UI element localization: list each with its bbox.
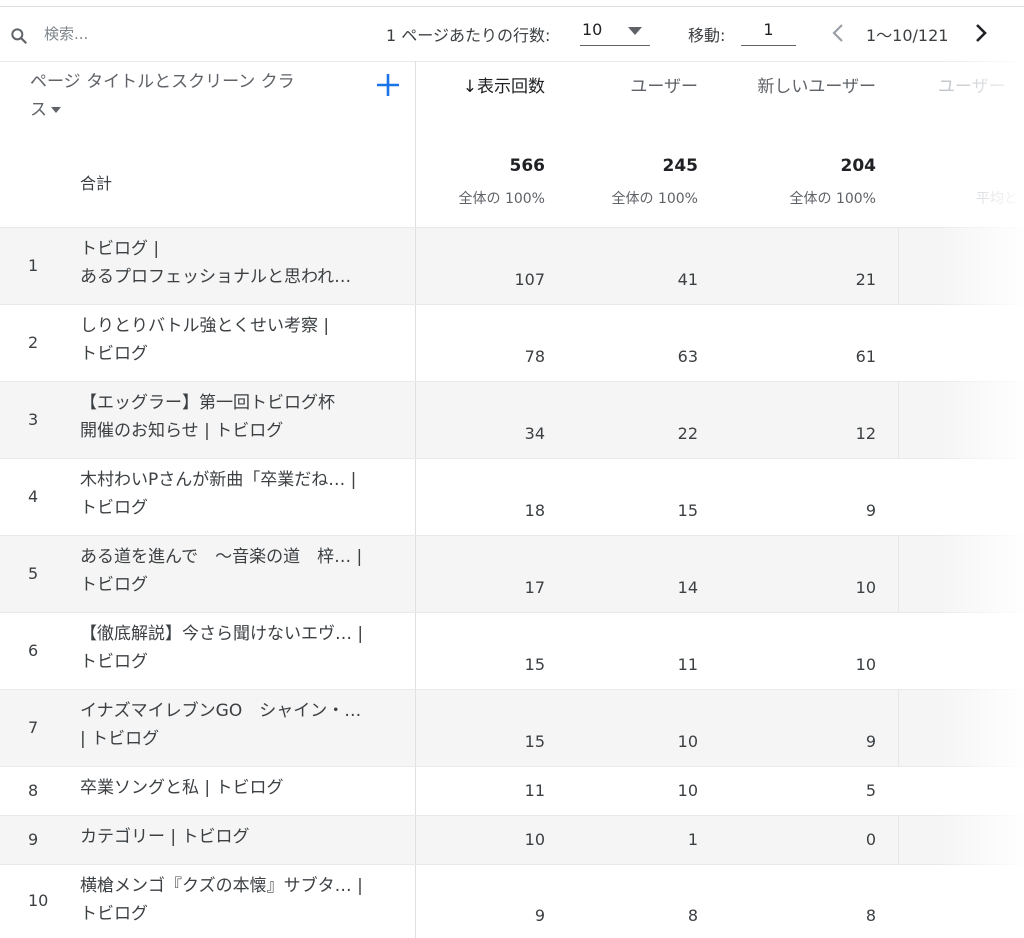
- cell-new-users: 10: [855, 578, 876, 597]
- row-number: 5: [28, 564, 39, 583]
- cell-users: 10: [677, 781, 698, 800]
- cell-new-users: 0: [865, 830, 876, 849]
- cell-new-users: 9: [865, 501, 876, 520]
- cell-users: 10: [677, 732, 698, 751]
- table-row[interactable]: 1 トビログ | あるプロフェッショナルと思われ… 107 41 21: [0, 227, 1024, 304]
- caret-down-icon: [51, 107, 61, 113]
- cell-views: 107: [514, 270, 545, 289]
- plus-icon[interactable]: [372, 69, 404, 101]
- cell-views: 17: [524, 578, 545, 597]
- table-row[interactable]: 3 【エッグラー】第一回トビログ杯 開催のお知らせ | トビログ 34 22 12: [0, 381, 1024, 458]
- row-number: 10: [28, 891, 49, 910]
- total-views: 566: [509, 156, 546, 176]
- cell-users: 15: [677, 501, 698, 520]
- total-label: 合計: [80, 174, 113, 193]
- row-title[interactable]: 【徹底解説】今さら聞けないエヴ… | トビログ: [80, 620, 400, 676]
- cell-views: 15: [524, 732, 545, 751]
- caret-down-icon: [628, 27, 642, 35]
- column-header-new-users[interactable]: 新しいユーザー: [710, 72, 876, 97]
- row-title[interactable]: 木村わいPさんが新曲「卒業だね… | トビログ: [80, 466, 400, 522]
- cell-new-users: 12: [855, 424, 876, 443]
- chevron-left-icon[interactable]: [826, 19, 852, 47]
- table-row[interactable]: 5 ある道を進んで 〜音楽の道 梓… | トビログ 17 14 10: [0, 535, 1024, 612]
- row-title[interactable]: ある道を進んで 〜音楽の道 梓… | トビログ: [80, 543, 400, 599]
- rows-per-page-value: 10: [582, 20, 603, 39]
- chevron-right-icon[interactable]: [968, 19, 994, 47]
- cell-users: 1: [687, 830, 698, 849]
- cell-new-users: 9: [865, 732, 876, 751]
- total-partial-column-sub: 平均と: [976, 191, 1018, 207]
- row-title[interactable]: 【エッグラー】第一回トビログ杯 開催のお知らせ | トビログ: [80, 389, 400, 445]
- row-title[interactable]: イナズマイレブンGO シャイン・… | トビログ: [80, 697, 400, 753]
- row-title[interactable]: カテゴリー | トビログ: [80, 823, 400, 851]
- dimension-column-header[interactable]: ページ タイトルとスクリーン クラス: [30, 68, 310, 124]
- row-number: 9: [28, 830, 39, 849]
- row-title[interactable]: 卒業ソングと私 | トビログ: [80, 774, 400, 802]
- row-number: 7: [28, 718, 39, 737]
- cell-users: 22: [677, 424, 698, 443]
- search-icon[interactable]: [9, 26, 29, 46]
- rows-per-page-select[interactable]: 10: [580, 19, 650, 46]
- dimension-header-label: ページ タイトルとスクリーン クラス: [30, 72, 295, 120]
- cell-users: 11: [677, 655, 698, 674]
- pagination-range: 1〜10/121: [866, 26, 949, 45]
- table-row[interactable]: 4 木村わいPさんが新曲「卒業だね… | トビログ 18 15 9: [0, 458, 1024, 535]
- cell-new-users: 5: [865, 781, 876, 800]
- cell-views: 11: [524, 781, 545, 800]
- cell-views: 10: [524, 830, 545, 849]
- row-number: 2: [28, 333, 39, 352]
- row-title[interactable]: しりとりバトル強とくせい考察 | トビログ: [80, 312, 400, 368]
- goto-page-input[interactable]: 1: [741, 19, 796, 46]
- header-divider: [0, 61, 1024, 62]
- cell-views: 18: [524, 501, 545, 520]
- cell-users: 14: [677, 578, 698, 597]
- column-header-users[interactable]: ユーザー: [560, 72, 698, 97]
- table-row[interactable]: 9 カテゴリー | トビログ 10 1 0: [0, 815, 1024, 864]
- cell-users: 8: [687, 906, 698, 925]
- table-row[interactable]: 2 しりとりバトル強とくせい考察 | トビログ 78 63 61: [0, 304, 1024, 381]
- cell-views: 34: [524, 424, 545, 443]
- total-views-percent: 全体の 100%: [458, 191, 545, 207]
- cell-views: 78: [524, 347, 545, 366]
- cell-new-users: 21: [855, 270, 876, 289]
- column-header-users-partial[interactable]: ユーザー: [938, 72, 1006, 97]
- column-header-views[interactable]: ↓表示回数: [420, 72, 545, 97]
- total-users: 245: [662, 156, 699, 176]
- total-new-users-percent: 全体の 100%: [789, 191, 876, 207]
- rows-per-page-label: 1 ページあたりの行数:: [386, 26, 551, 45]
- row-number: 1: [28, 256, 39, 275]
- cell-users: 41: [677, 270, 698, 289]
- row-number: 3: [28, 410, 39, 429]
- search-input[interactable]: 検索...: [44, 23, 88, 44]
- cell-new-users: 61: [855, 347, 876, 366]
- table-row[interactable]: 8 卒業ソングと私 | トビログ 11 10 5: [0, 766, 1024, 815]
- table-row[interactable]: 7 イナズマイレブンGO シャイン・… | トビログ 15 10 9: [0, 689, 1024, 766]
- row-number: 8: [28, 781, 39, 800]
- row-title[interactable]: トビログ | あるプロフェッショナルと思われ…: [80, 235, 400, 291]
- cell-new-users: 10: [855, 655, 876, 674]
- cell-users: 63: [677, 347, 698, 366]
- total-new-users: 204: [840, 156, 877, 176]
- row-number: 4: [28, 487, 39, 506]
- table-row[interactable]: 6 【徹底解説】今さら聞けないエヴ… | トビログ 15 11 10: [0, 612, 1024, 689]
- cell-new-users: 8: [865, 906, 876, 925]
- cell-views: 9: [534, 906, 545, 925]
- total-users-percent: 全体の 100%: [611, 191, 698, 207]
- goto-label: 移動:: [688, 26, 726, 45]
- table-row[interactable]: 10 横槍メンゴ『クズの本懐』サブタ… | トビログ 9 8 8: [0, 864, 1024, 938]
- row-number: 6: [28, 641, 39, 660]
- cell-views: 15: [524, 655, 545, 674]
- row-title[interactable]: 横槍メンゴ『クズの本懐』サブタ… | トビログ: [80, 872, 400, 928]
- table-toolbar: 検索... 1 ページあたりの行数: 10 移動: 1 1〜10/121: [0, 7, 1024, 61]
